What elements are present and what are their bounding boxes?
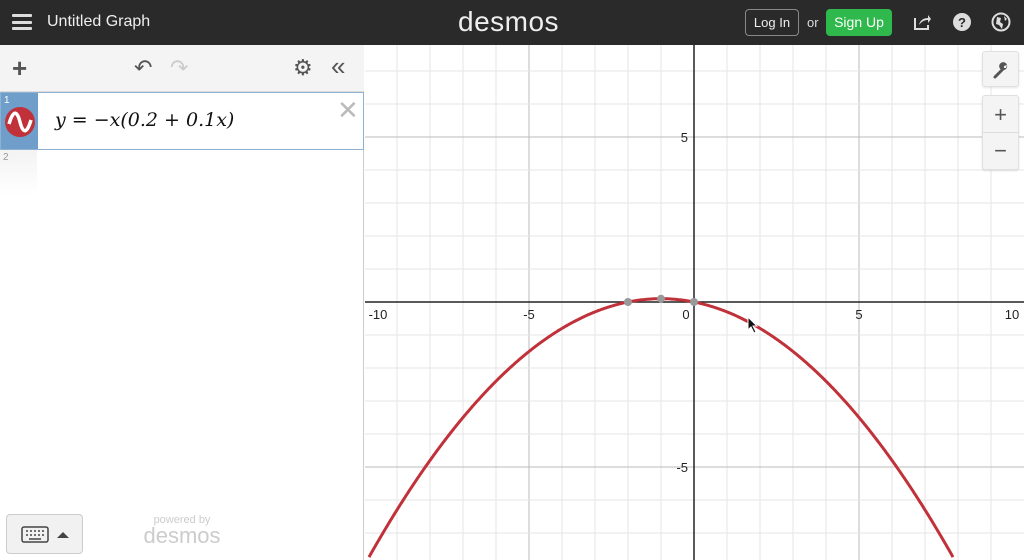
powered-by-brand: desmos bbox=[143, 523, 221, 548]
undo-button[interactable]: ↶ bbox=[134, 55, 152, 81]
expression-item[interactable]: 1 y = −x(0.2 + 0.1x) ✕ bbox=[0, 92, 364, 150]
x-tick-label: 10 bbox=[1005, 307, 1019, 322]
graph-title[interactable]: Untitled Graph bbox=[47, 13, 150, 31]
expression-index: 1 bbox=[4, 95, 10, 106]
graph-settings-button[interactable] bbox=[982, 51, 1019, 87]
graph-canvas[interactable]: -10 -5 0 5 10 5 -5 bbox=[365, 45, 1024, 560]
redo-button[interactable]: ↷ bbox=[170, 55, 188, 81]
zoom-controls: + − bbox=[982, 95, 1019, 170]
expression-panel: + ↶ ↷ ⚙ « 1 y = −x(0.2 + 0.1x) ✕ 2 power… bbox=[0, 45, 364, 560]
curve-color-icon[interactable] bbox=[5, 107, 35, 137]
login-button[interactable]: Log In bbox=[745, 9, 799, 36]
y-tick-label: -5 bbox=[676, 460, 688, 475]
powered-by-logo: powered by desmos bbox=[142, 514, 222, 549]
delete-expression-icon[interactable]: ✕ bbox=[337, 95, 359, 126]
zoom-out-button[interactable]: − bbox=[983, 133, 1018, 170]
expression-input[interactable]: y = −x(0.2 + 0.1x) bbox=[55, 109, 234, 131]
x-tick-label: -5 bbox=[523, 307, 535, 322]
desmos-logo: desmos bbox=[458, 6, 560, 37]
y-tick-label: 5 bbox=[681, 130, 688, 145]
menu-icon[interactable] bbox=[12, 14, 32, 30]
x-tick-label: 0 bbox=[682, 307, 689, 322]
svg-text:?: ? bbox=[958, 15, 966, 30]
expression-toolbar: + ↶ ↷ ⚙ « bbox=[0, 45, 364, 92]
point-of-interest bbox=[690, 298, 698, 306]
zoom-in-button[interactable]: + bbox=[983, 96, 1018, 133]
point-of-interest bbox=[657, 294, 665, 303]
share-icon[interactable] bbox=[912, 12, 932, 32]
settings-button[interactable]: ⚙ bbox=[293, 55, 313, 81]
x-tick-label: -10 bbox=[369, 307, 388, 322]
mouse-cursor bbox=[747, 315, 759, 334]
expression-item-empty[interactable]: 2 bbox=[0, 150, 37, 195]
add-expression-button[interactable]: + bbox=[12, 55, 27, 81]
expression-index: 2 bbox=[3, 152, 9, 163]
keyboard-toggle-button[interactable] bbox=[6, 514, 83, 554]
or-label: or bbox=[807, 15, 819, 30]
x-tick-label: 5 bbox=[855, 307, 862, 322]
help-icon[interactable]: ? bbox=[952, 12, 972, 32]
wrench-icon bbox=[993, 62, 1007, 79]
collapse-panel-button[interactable]: « bbox=[331, 53, 345, 79]
point-of-interest bbox=[624, 298, 632, 306]
signup-button[interactable]: Sign Up bbox=[826, 9, 892, 36]
globe-icon[interactable] bbox=[991, 12, 1011, 32]
expression-tab[interactable]: 1 bbox=[1, 93, 38, 149]
top-bar: Untitled Graph desmos Log In or Sign Up … bbox=[0, 0, 1024, 45]
